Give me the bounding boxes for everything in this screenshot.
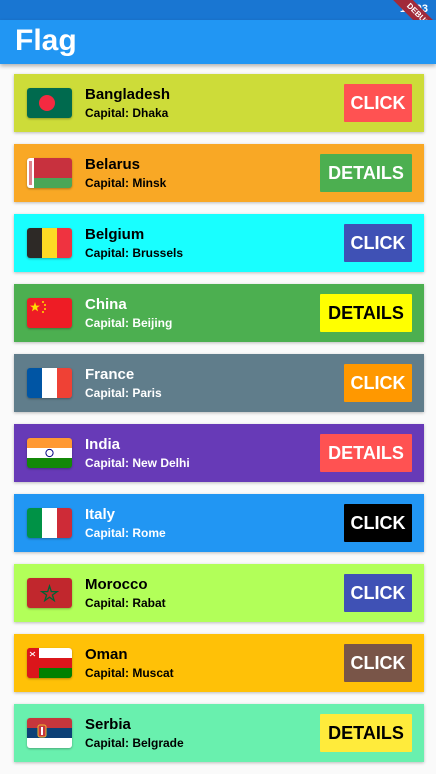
- page-title: Flag: [15, 24, 77, 57]
- details-button[interactable]: DETAILS: [320, 714, 412, 752]
- country-name: China: [85, 296, 127, 313]
- click-button[interactable]: CLICK: [344, 504, 412, 542]
- serbia-flag-icon: [27, 718, 72, 748]
- country-name: Italy: [85, 506, 116, 523]
- country-capital: Capital: Muscat: [85, 666, 174, 680]
- app-bar: Flag: [0, 20, 436, 64]
- country-card: China Capital: Beijing DETAILS: [14, 284, 424, 342]
- click-button[interactable]: CLICK: [344, 224, 412, 262]
- country-name: France: [85, 366, 135, 383]
- country-name: Belgium: [85, 226, 145, 243]
- country-name: Serbia: [85, 716, 131, 733]
- country-capital: Capital: Rabat: [85, 596, 166, 610]
- country-capital: Capital: Brussels: [85, 246, 184, 260]
- belgium-flag-icon: [27, 228, 72, 258]
- country-card: Serbia Capital: Belgrade DETAILS: [14, 704, 424, 762]
- country-name: Oman: [85, 646, 128, 663]
- country-list: Bangladesh Capital: Dhaka CLICK Belarus …: [14, 74, 424, 774]
- france-flag-icon: [27, 368, 72, 398]
- country-card: Belgium Capital: Brussels CLICK: [14, 214, 424, 272]
- country-capital: Capital: Dhaka: [85, 106, 169, 120]
- country-card: France Capital: Paris CLICK: [14, 354, 424, 412]
- country-name: India: [85, 436, 121, 453]
- details-button[interactable]: DETAILS: [320, 434, 412, 472]
- country-name: Bangladesh: [85, 86, 171, 103]
- country-capital: Capital: Beijing: [85, 316, 173, 330]
- country-card: Italy Capital: Rome CLICK: [14, 494, 424, 552]
- italy-flag-icon: [27, 508, 72, 538]
- details-button[interactable]: DETAILS: [320, 294, 412, 332]
- bangladesh-flag-icon: [27, 88, 72, 118]
- country-name: Belarus: [85, 156, 141, 173]
- oman-flag-icon: [27, 648, 72, 678]
- country-card: Oman Capital: Muscat CLICK: [14, 634, 424, 692]
- country-capital: Capital: Rome: [85, 526, 166, 540]
- country-card: India Capital: New Delhi DETAILS: [14, 424, 424, 482]
- country-capital: Capital: New Delhi: [85, 456, 190, 470]
- country-card: Bangladesh Capital: Dhaka CLICK: [14, 74, 424, 132]
- country-capital: Capital: Belgrade: [85, 736, 184, 750]
- status-bar: 10:03: [0, 0, 436, 20]
- details-button[interactable]: DETAILS: [320, 154, 412, 192]
- click-button[interactable]: CLICK: [344, 364, 412, 402]
- click-button[interactable]: CLICK: [344, 84, 412, 122]
- morocco-flag-icon: [27, 578, 72, 608]
- click-button[interactable]: CLICK: [344, 644, 412, 682]
- country-name: Morocco: [85, 576, 148, 593]
- india-flag-icon: [27, 438, 72, 468]
- click-button[interactable]: CLICK: [344, 574, 412, 612]
- country-card: Belarus Capital: Minsk DETAILS: [14, 144, 424, 202]
- country-capital: Capital: Paris: [85, 386, 162, 400]
- belarus-flag-icon: [27, 158, 72, 188]
- country-card: Morocco Capital: Rabat CLICK: [14, 564, 424, 622]
- country-capital: Capital: Minsk: [85, 176, 167, 190]
- china-flag-icon: [27, 298, 72, 328]
